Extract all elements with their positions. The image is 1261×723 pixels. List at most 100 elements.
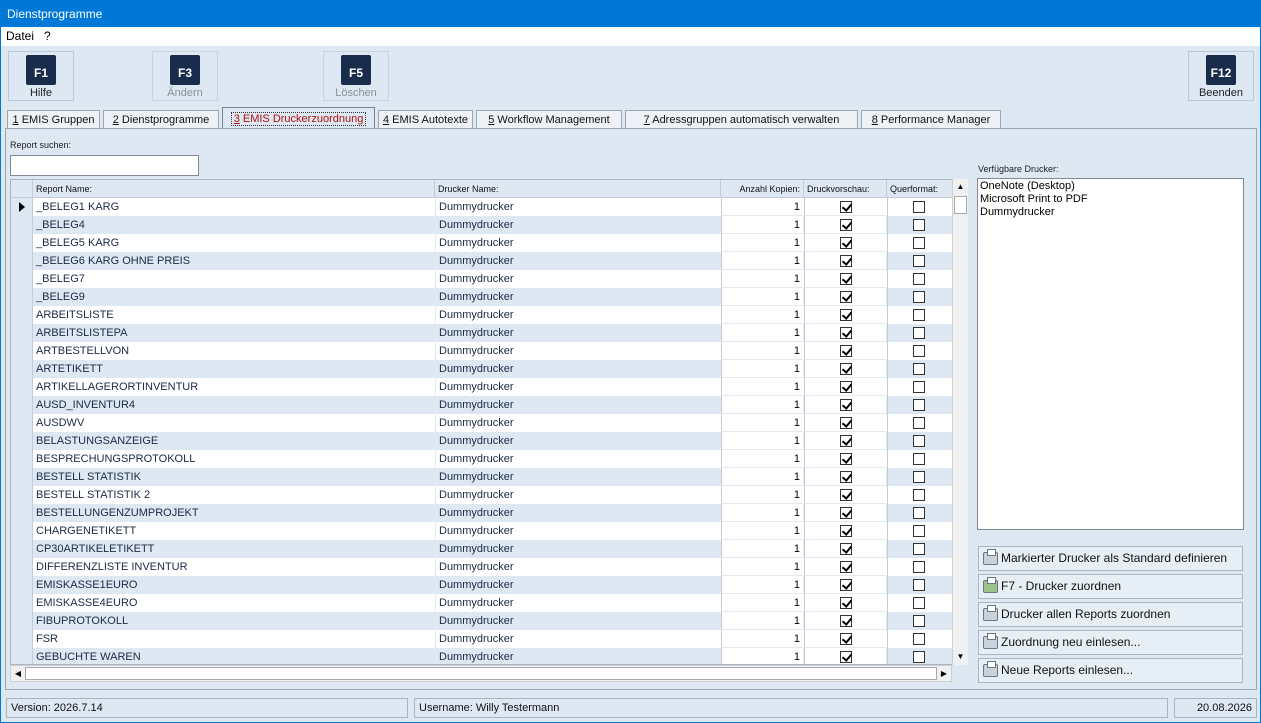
printer-list[interactable]: OneNote (Desktop) Microsoft Print to PDF… (977, 178, 1244, 530)
col-report-name[interactable]: Report Name: (33, 180, 435, 198)
landscape-checkbox[interactable] (913, 291, 925, 303)
report-name-cell[interactable]: AUSDWV (35, 414, 433, 432)
scroll-thumb[interactable] (954, 196, 967, 214)
preview-checkbox[interactable] (840, 471, 852, 483)
scroll-up-icon[interactable]: ▲ (953, 179, 968, 195)
copies-cell[interactable]: 1 (721, 216, 803, 234)
report-name-cell[interactable]: CHARGENETIKETT (35, 522, 433, 540)
table-row[interactable]: DIFFERENZLISTE INVENTUR Dummydrucker 1 (11, 558, 953, 576)
printer-name-cell[interactable]: Dummydrucker (435, 288, 720, 306)
row-selector[interactable] (11, 450, 33, 468)
row-selector[interactable] (11, 360, 33, 378)
printer-name-cell[interactable]: Dummydrucker (435, 378, 720, 396)
tab-workflow[interactable]: 5 Workflow Management (476, 110, 622, 130)
delete-button[interactable]: F5 Löschen (323, 51, 389, 101)
tab-performance[interactable]: 8 Performance Manager (861, 110, 1001, 130)
row-selector[interactable] (11, 234, 33, 252)
table-row[interactable]: EMISKASSE4EURO Dummydrucker 1 (11, 594, 953, 612)
report-name-cell[interactable]: FIBUPROTOKOLL (35, 612, 433, 630)
landscape-checkbox[interactable] (913, 579, 925, 591)
scroll-right-icon[interactable]: ▶ (937, 666, 951, 681)
copies-cell[interactable]: 1 (721, 630, 803, 648)
copies-cell[interactable]: 1 (721, 594, 803, 612)
table-row[interactable]: GEBUCHTE WAREN Dummydrucker 1 (11, 648, 953, 664)
landscape-checkbox[interactable] (913, 201, 925, 213)
row-selector[interactable] (11, 504, 33, 522)
printer-name-cell[interactable]: Dummydrucker (435, 324, 720, 342)
copies-cell[interactable]: 1 (721, 432, 803, 450)
edit-button[interactable]: F3 Ändern (152, 51, 218, 101)
table-row[interactable]: EMISKASSE1EURO Dummydrucker 1 (11, 576, 953, 594)
printer-name-cell[interactable]: Dummydrucker (435, 630, 720, 648)
table-row[interactable]: BESPRECHUNGSPROTOKOLL Dummydrucker 1 (11, 450, 953, 468)
table-row[interactable]: _BELEG7 Dummydrucker 1 (11, 270, 953, 288)
exit-button[interactable]: F12 Beenden (1188, 51, 1254, 101)
report-search-input[interactable] (10, 155, 199, 176)
col-copies[interactable]: Anzahl Kopien: (721, 180, 804, 198)
row-selector[interactable] (11, 288, 33, 306)
preview-checkbox[interactable] (840, 543, 852, 555)
load-new-reports-button[interactable]: Neue Reports einlesen... (978, 658, 1243, 683)
table-row[interactable]: FIBUPROTOKOLL Dummydrucker 1 (11, 612, 953, 630)
table-row[interactable]: _BELEG9 Dummydrucker 1 (11, 288, 953, 306)
landscape-checkbox[interactable] (913, 363, 925, 375)
set-default-printer-button[interactable]: Markierter Drucker als Standard definier… (978, 546, 1243, 571)
landscape-checkbox[interactable] (913, 471, 925, 483)
table-row[interactable]: FSR Dummydrucker 1 (11, 630, 953, 648)
preview-checkbox[interactable] (840, 579, 852, 591)
table-row[interactable]: BESTELL STATISTIK Dummydrucker 1 (11, 468, 953, 486)
report-name-cell[interactable]: ARTBESTELLVON (35, 342, 433, 360)
row-selector[interactable] (11, 612, 33, 630)
table-row[interactable]: CP30ARTIKELETIKETT Dummydrucker 1 (11, 540, 953, 558)
report-name-cell[interactable]: BESTELL STATISTIK 2 (35, 486, 433, 504)
row-selector[interactable] (11, 468, 33, 486)
col-preview[interactable]: Druckvorschau: (804, 180, 887, 198)
tab-emis-gruppen[interactable]: 1 EMIS Gruppen (7, 110, 100, 130)
landscape-checkbox[interactable] (913, 453, 925, 465)
copies-cell[interactable]: 1 (721, 324, 803, 342)
printer-name-cell[interactable]: Dummydrucker (435, 468, 720, 486)
copies-cell[interactable]: 1 (721, 360, 803, 378)
assign-all-reports-button[interactable]: Drucker allen Reports zuordnen (978, 602, 1243, 627)
report-name-cell[interactable]: CP30ARTIKELETIKETT (35, 540, 433, 558)
preview-checkbox[interactable] (840, 345, 852, 357)
hscroll-thumb[interactable] (25, 667, 937, 680)
landscape-checkbox[interactable] (913, 219, 925, 231)
printer-name-cell[interactable]: Dummydrucker (435, 432, 720, 450)
report-name-cell[interactable]: BESTELL STATISTIK (35, 468, 433, 486)
landscape-checkbox[interactable] (913, 327, 925, 339)
printer-name-cell[interactable]: Dummydrucker (435, 270, 720, 288)
printer-name-cell[interactable]: Dummydrucker (435, 234, 720, 252)
printer-name-cell[interactable]: Dummydrucker (435, 504, 720, 522)
printer-name-cell[interactable]: Dummydrucker (435, 342, 720, 360)
printer-name-cell[interactable]: Dummydrucker (435, 252, 720, 270)
preview-checkbox[interactable] (840, 219, 852, 231)
row-selector[interactable] (11, 594, 33, 612)
table-row[interactable]: BELASTUNGSANZEIGE Dummydrucker 1 (11, 432, 953, 450)
row-selector[interactable] (11, 576, 33, 594)
report-grid[interactable]: Report Name: Drucker Name: Anzahl Kopien… (10, 179, 968, 665)
report-name-cell[interactable]: GEBUCHTE WAREN (35, 648, 433, 664)
landscape-checkbox[interactable] (913, 345, 925, 357)
report-name-cell[interactable]: ARBEITSLISTEPA (35, 324, 433, 342)
preview-checkbox[interactable] (840, 453, 852, 465)
scroll-left-icon[interactable]: ◀ (11, 666, 25, 681)
table-row[interactable]: ARBEITSLISTEPA Dummydrucker 1 (11, 324, 953, 342)
printer-name-cell[interactable]: Dummydrucker (435, 396, 720, 414)
copies-cell[interactable]: 1 (721, 486, 803, 504)
preview-checkbox[interactable] (840, 615, 852, 627)
preview-checkbox[interactable] (840, 309, 852, 321)
preview-checkbox[interactable] (840, 255, 852, 267)
report-name-cell[interactable]: FSR (35, 630, 433, 648)
printer-name-cell[interactable]: Dummydrucker (435, 486, 720, 504)
report-name-cell[interactable]: EMISKASSE4EURO (35, 594, 433, 612)
report-name-cell[interactable]: _BELEG4 (35, 216, 433, 234)
assign-printer-button[interactable]: F7 - Drucker zuordnen (978, 574, 1243, 599)
help-button[interactable]: F1 Hilfe (8, 51, 74, 101)
report-name-cell[interactable]: _BELEG9 (35, 288, 433, 306)
copies-cell[interactable]: 1 (721, 450, 803, 468)
printer-name-cell[interactable]: Dummydrucker (435, 360, 720, 378)
preview-checkbox[interactable] (840, 399, 852, 411)
report-name-cell[interactable]: ARTETIKETT (35, 360, 433, 378)
printer-name-cell[interactable]: Dummydrucker (435, 594, 720, 612)
